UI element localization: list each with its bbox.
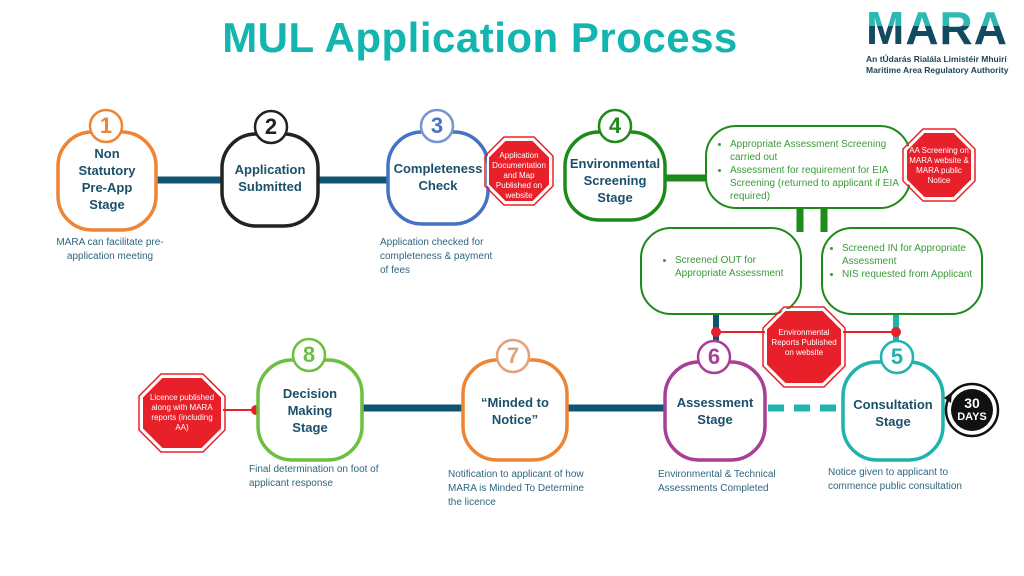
- notice-env-reports-text: Environmental Reports Published on websi…: [771, 328, 837, 357]
- stage-3-label: Completeness Check: [393, 161, 483, 193]
- stage-8-number: 8: [302, 342, 316, 367]
- notice-aa-screening-text: AA Screening on MARA website & MARA publ…: [909, 146, 969, 185]
- stage-4-label: Environmental Screening Stage: [569, 156, 661, 205]
- stage-5-description: Notice given to applicant to commence pu…: [828, 467, 962, 492]
- stage-7-label: “Minded to Notice”: [481, 395, 549, 427]
- screening-main-item: Appropriate Assessment Screening carried…: [730, 138, 904, 164]
- screened-out-list: Screened OUT for Appropriate Assessment: [663, 254, 793, 280]
- notice-app-docs-text: Application Documentation and Map Publis…: [492, 151, 546, 200]
- stage-6-number: 6: [707, 344, 721, 369]
- stage-6-description: Environmental & Technical Assessments Co…: [658, 469, 776, 494]
- stage-7-number: 7: [506, 343, 520, 368]
- stage-1-description: MARA can facilitate pre-application meet…: [56, 237, 164, 262]
- screened-in-item: NIS requested from Applicant: [842, 268, 980, 281]
- stage-5-label: Consultation Stage: [853, 397, 933, 429]
- screening-main-list: Appropriate Assessment Screening carried…: [718, 138, 904, 203]
- stage-1-label: Non Statutory Pre-App Stage: [78, 146, 136, 212]
- screening-main-item: Assessment for requirement for EIA Scree…: [730, 164, 904, 203]
- screened-out-item: Screened OUT for Appropriate Assessment: [675, 254, 793, 280]
- stage-4-number: 4: [608, 113, 622, 138]
- stage-7-description: Notification to applicant of how MARA is…: [448, 469, 584, 508]
- stage-3-description: Application checked for completeness & p…: [380, 237, 493, 276]
- stage-6-label: Assessment Stage: [676, 395, 754, 427]
- timer-value: 30: [964, 395, 980, 411]
- screened-in-item: Screened IN for Appropriate Assessment: [842, 242, 980, 268]
- stage-3-number: 3: [430, 113, 444, 138]
- stage-5-number: 5: [890, 344, 904, 369]
- stage-8-description: Final determination on foot of applicant…: [249, 464, 379, 489]
- notice-dot-6: [711, 327, 721, 337]
- stage-1-number: 1: [99, 113, 113, 138]
- screened-in-list: Screened IN for Appropriate AssessmentNI…: [830, 242, 980, 281]
- notice-dot-5: [891, 327, 901, 337]
- stage-2-number: 2: [264, 114, 278, 139]
- timer-badge: 30 DAYS: [951, 396, 993, 424]
- stage-8-label: Decision Making Stage: [282, 386, 338, 435]
- notice-licence-text: Licence published along with MARA report…: [149, 393, 215, 432]
- timer-unit: DAYS: [957, 411, 987, 423]
- stage-2-label: Application Submitted: [234, 162, 306, 194]
